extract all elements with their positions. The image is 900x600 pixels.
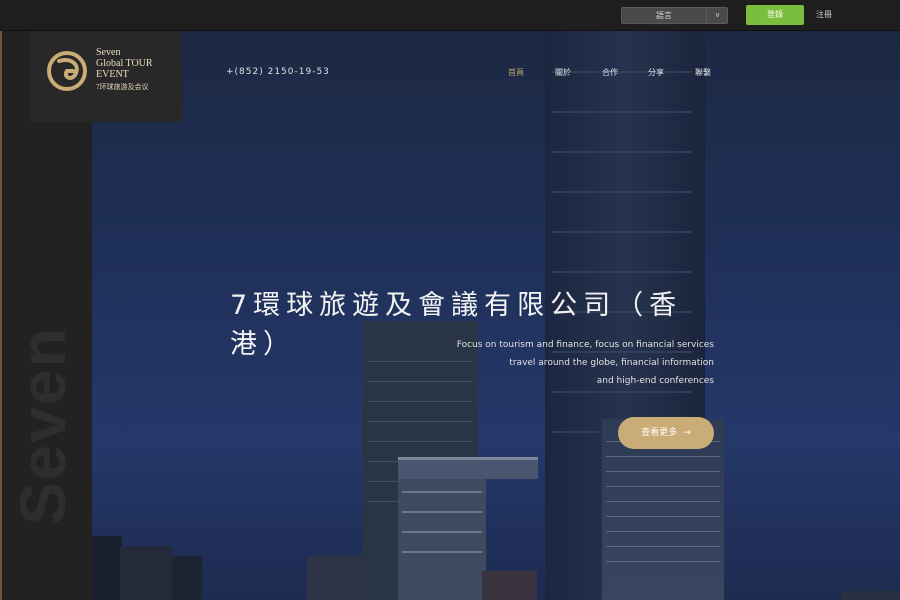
register-link[interactable]: 注冊 xyxy=(816,9,832,20)
arrow-right-icon: → xyxy=(683,428,691,438)
logo-line-3: EVENT xyxy=(96,69,129,80)
language-select[interactable]: 語言 ∨ xyxy=(621,7,728,24)
slider-pagination xyxy=(432,594,474,600)
hero-tagline-1: Focus on tourism and finance, focus on f… xyxy=(456,340,714,350)
logo-line-4: 7环球旅游及会议 xyxy=(96,83,149,91)
logo-swirl-icon xyxy=(47,51,87,91)
language-label: 語言 xyxy=(656,11,672,20)
view-more-button[interactable]: 查看更多 → xyxy=(618,417,714,449)
logo-text: Seven Global TOUR EVENT 7环球旅游及会议 xyxy=(96,47,153,93)
brand-logo[interactable]: Seven Global TOUR EVENT 7环球旅游及会议 xyxy=(30,31,182,122)
nav-item-home[interactable]: 首頁 xyxy=(508,67,524,78)
nav-item-share[interactable]: 分享 xyxy=(648,67,664,78)
logo-line-2: Global TOUR xyxy=(96,58,153,69)
hero-tagline-3: and high-end conferences xyxy=(596,376,714,386)
top-utility-bar: 語言 ∨ 登錄 注冊 xyxy=(0,0,900,31)
hero-tagline-2: travel around the globe, financial infor… xyxy=(509,358,714,368)
phone-number: +(852) 2150-19-53 xyxy=(226,67,330,77)
side-background-word: Seven xyxy=(7,326,79,526)
login-button[interactable]: 登錄 xyxy=(746,5,804,25)
nav-item-cooperation[interactable]: 合作 xyxy=(602,67,618,78)
view-more-label: 查看更多 xyxy=(641,428,678,438)
chevron-down-icon: ∨ xyxy=(706,8,728,23)
logo-line-1: Seven xyxy=(96,47,121,58)
nav-item-about[interactable]: 關於 xyxy=(555,67,571,78)
nav-item-contact[interactable]: 聯繫 xyxy=(695,67,711,78)
